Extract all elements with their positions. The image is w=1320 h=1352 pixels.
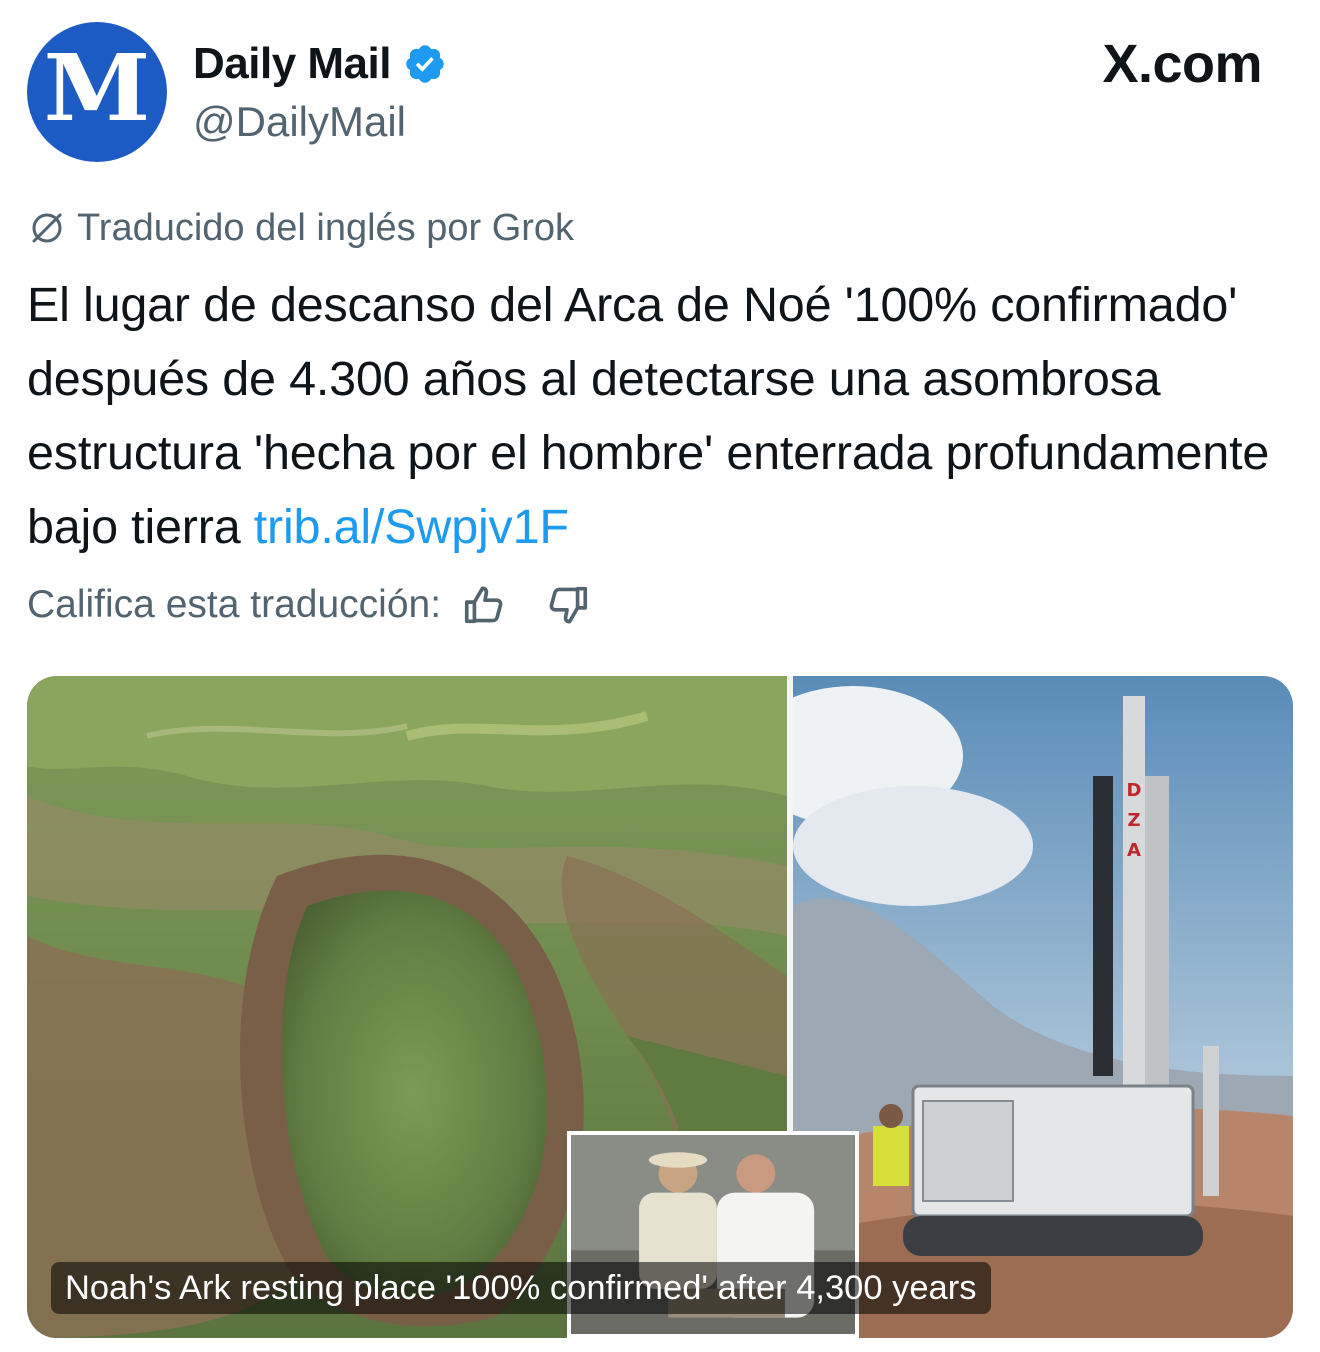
- rig-letter-d: D: [1127, 780, 1142, 801]
- daily-mail-logo: M: [43, 34, 151, 142]
- rate-translation-row: Califica esta traducción:: [27, 578, 593, 632]
- tweet-body: El lugar de descanso del Arca de Noé '10…: [27, 278, 1270, 554]
- verified-badge-icon: [406, 45, 444, 83]
- thumbs-up-button[interactable]: [459, 580, 509, 630]
- author-handle[interactable]: @DailyMail: [193, 98, 406, 146]
- tweet-media[interactable]: D Z A Noah's Ark resting place '100% con…: [27, 676, 1293, 1338]
- translation-label: Traducido del inglés por Grok: [77, 206, 575, 249]
- site-label: X.com: [1102, 34, 1262, 94]
- translation-label-row: Traducido del inglés por Grok: [27, 204, 574, 252]
- tweet-text: El lugar de descanso del Arca de Noé '10…: [27, 268, 1297, 564]
- avatar[interactable]: M: [27, 22, 167, 162]
- media-caption: Noah's Ark resting place '100% confirmed…: [51, 1262, 991, 1314]
- rig-letter-a: A: [1127, 840, 1141, 861]
- thumbs-up-icon: [464, 586, 503, 624]
- tweet-link[interactable]: trib.al/Swpjv1F: [254, 500, 569, 554]
- rig-letter-z: Z: [1127, 810, 1140, 831]
- drilling-rig-image: D Z A: [793, 676, 1293, 1338]
- site-label-text: X.com: [1102, 34, 1262, 94]
- display-name[interactable]: Daily Mail: [193, 39, 391, 89]
- rate-translation-label: Califica esta traducción:: [27, 583, 442, 626]
- thumbs-down-icon: [549, 586, 588, 624]
- author-name-row: Daily Mail: [193, 36, 447, 92]
- thumbs-down-button[interactable]: [543, 580, 593, 630]
- grok-icon: [32, 213, 62, 243]
